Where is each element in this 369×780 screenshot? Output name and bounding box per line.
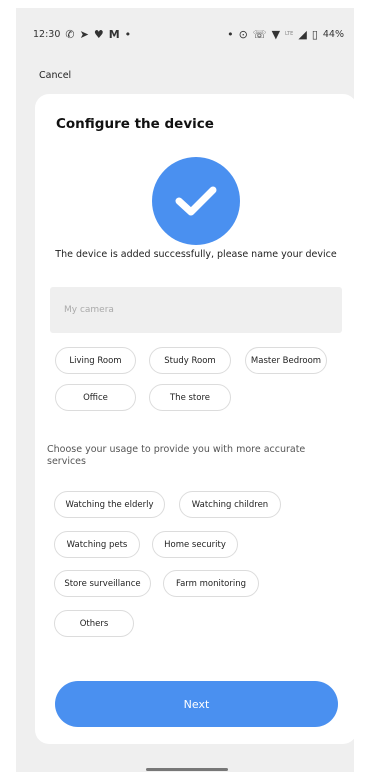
checkmark-icon bbox=[175, 186, 217, 216]
status-bar: 12:30 ✆ ➤ ♥ M • • ⊙ ☏ ▼ LTE ◢ ▯ 44% bbox=[16, 8, 354, 60]
room-chip-study-room[interactable]: Study Room bbox=[149, 347, 231, 374]
next-button[interactable]: Next bbox=[55, 681, 338, 727]
usage-chip-others[interactable]: Others bbox=[54, 610, 134, 637]
status-right: • ⊙ ☏ ▼ LTE ◢ ▯ 44% bbox=[227, 29, 344, 40]
room-chip-the-store[interactable]: The store bbox=[149, 384, 231, 411]
phone-screen: 12:30 ✆ ➤ ♥ M • • ⊙ ☏ ▼ LTE ◢ ▯ 44% Canc… bbox=[16, 8, 354, 772]
room-chip-master-bedroom[interactable]: Master Bedroom bbox=[245, 347, 327, 374]
usage-chip-watching-elderly[interactable]: Watching the elderly bbox=[54, 491, 165, 518]
chat-icon: ♥ bbox=[93, 27, 104, 41]
success-check-icon bbox=[152, 157, 240, 245]
wifi-call-icon: ☏ bbox=[252, 27, 267, 41]
battery-level: 44% bbox=[322, 28, 344, 40]
home-indicator[interactable] bbox=[146, 768, 228, 771]
location-icon: ⊙ bbox=[238, 27, 248, 41]
success-message: The device is added successfully, please… bbox=[55, 249, 337, 260]
dot-icon: • bbox=[124, 27, 132, 41]
usage-chip-home-security[interactable]: Home security bbox=[152, 531, 238, 558]
signal-icon: ◢ bbox=[298, 27, 307, 41]
usage-prompt: Choose your usage to provide you with mo… bbox=[47, 444, 306, 467]
wifi-icon: ▼ bbox=[271, 27, 281, 41]
usage-chip-watching-children[interactable]: Watching children bbox=[179, 491, 281, 518]
device-name-input[interactable] bbox=[50, 287, 342, 333]
configure-card: Configure the device The device is added… bbox=[35, 94, 354, 744]
whatsapp-icon: ✆ bbox=[65, 27, 75, 41]
room-chip-living-room[interactable]: Living Room bbox=[55, 347, 136, 374]
page-title: Configure the device bbox=[56, 116, 214, 132]
usage-chip-farm-monitoring[interactable]: Farm monitoring bbox=[163, 570, 259, 597]
dot-icon: • bbox=[227, 27, 234, 41]
network-label: LTE bbox=[285, 31, 294, 37]
telegram-icon: ➤ bbox=[79, 27, 89, 41]
usage-chip-store-surveillance[interactable]: Store surveillance bbox=[54, 570, 151, 597]
status-left: 12:30 ✆ ➤ ♥ M • bbox=[33, 29, 131, 40]
cancel-button[interactable]: Cancel bbox=[39, 70, 71, 81]
gmail-icon: M bbox=[108, 27, 120, 41]
battery-icon: ▯ bbox=[311, 27, 318, 41]
room-chip-office[interactable]: Office bbox=[55, 384, 136, 411]
usage-chip-watching-pets[interactable]: Watching pets bbox=[54, 531, 140, 558]
status-time: 12:30 bbox=[33, 28, 61, 40]
